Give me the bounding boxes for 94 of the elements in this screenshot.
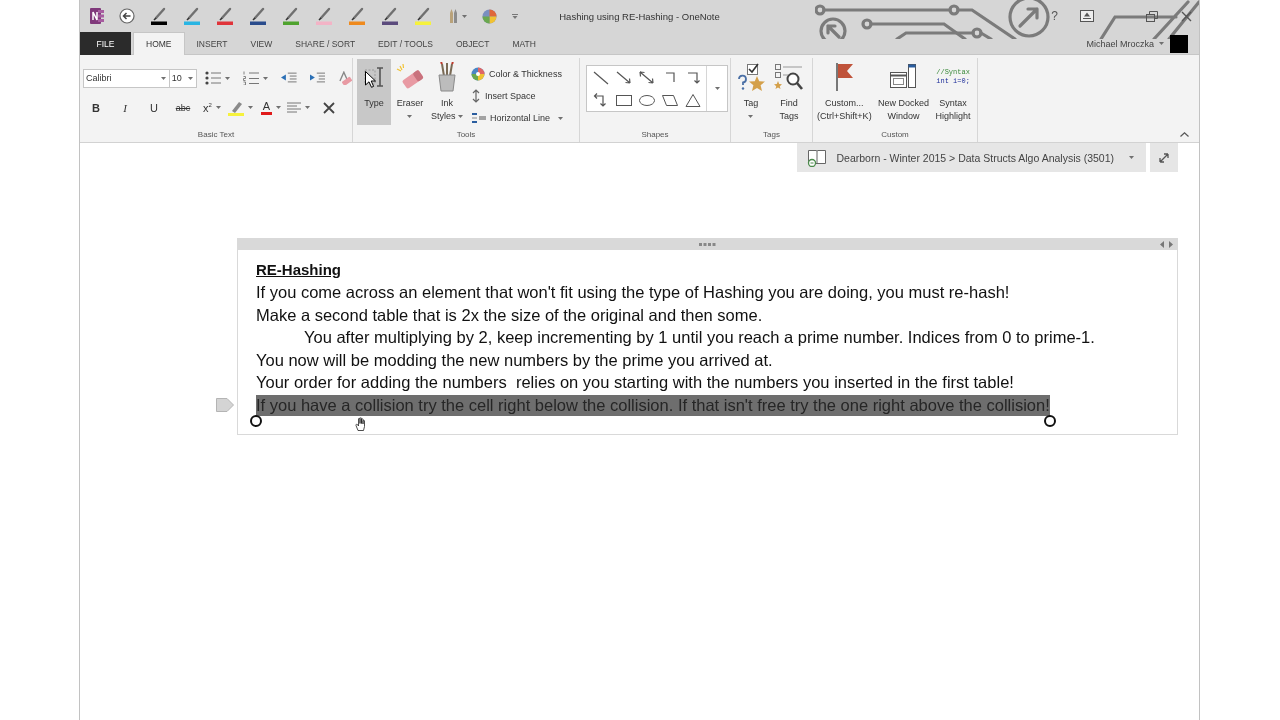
pen-icon[interactable] (150, 7, 168, 25)
horizontal-line-button[interactable]: Horizontal Line (471, 107, 564, 129)
ribbon-display-options-icon[interactable] (1080, 10, 1094, 22)
selection-handle[interactable] (250, 415, 262, 427)
note-paragraph: Your order for adding the numbers relies on you starting with the numbers you inserted in the first table! (256, 372, 1014, 393)
pen-cup-icon (436, 62, 458, 92)
caret-icon[interactable] (462, 14, 467, 18)
highlighter-icon[interactable] (228, 99, 244, 116)
pointer-cursor-icon (365, 71, 376, 88)
notebook-breadcrumb[interactable]: Dearborn - Winter 2015 > Data Structs Algo Analysis (3501) (797, 143, 1146, 172)
back-icon[interactable] (119, 8, 135, 24)
note-paragraph: If you come across an element that won't fit using the type of Hashing you are doing, you must re-hash! (256, 282, 1010, 303)
restore-icon[interactable] (1146, 10, 1158, 22)
note-paragraph: You after multiplying by 2, keep incrementing by 1 until you reach a prime number. Indices from 0 to prime-1. (304, 327, 1095, 348)
caret-icon[interactable] (225, 76, 231, 80)
ribbon-tab[interactable]: EDIT / TOOLS (367, 32, 444, 55)
ribbon-tab[interactable]: INSERT (185, 32, 239, 55)
customize-icon[interactable] (512, 13, 518, 19)
app-icon[interactable] (90, 8, 104, 24)
eraser-icon[interactable] (338, 71, 352, 85)
expand-button[interactable] (1150, 143, 1178, 172)
flag-icon (833, 62, 856, 92)
search-list-icon (774, 63, 804, 91)
window-title: Hashing using RE-Hashing - OneNote (559, 10, 720, 22)
expand-icon (1159, 152, 1169, 163)
find-tags-button[interactable]: Find Tags (772, 59, 806, 125)
eraser-button[interactable]: Eraser (393, 59, 427, 125)
close-icon[interactable] (1181, 10, 1192, 22)
checkbox-star-icon (737, 63, 765, 91)
group-label: Tools (456, 129, 476, 141)
avatar (1170, 34, 1188, 53)
ribbon-tab[interactable]: OBJECT (444, 32, 501, 55)
caret-icon (276, 106, 282, 109)
ribbon-tab[interactable]: VIEW (239, 32, 284, 55)
ribbon-tab[interactable]: HOME (133, 32, 185, 55)
vertical-arrows-icon (471, 89, 481, 103)
italic-button[interactable]: I (112, 96, 138, 119)
delete-icon[interactable] (323, 101, 335, 114)
eraser-icon (396, 64, 424, 90)
pen-icon[interactable] (249, 7, 267, 25)
color-wheel-icon (471, 67, 485, 81)
group-label: Basic Text (197, 129, 235, 141)
caret-icon (215, 106, 221, 109)
caret-icon (188, 76, 194, 80)
note-paragraph: Make a second table that is 2x the size of the original and then some. (256, 304, 763, 326)
caret-icon[interactable] (714, 87, 720, 90)
bullets-icon[interactable] (205, 71, 222, 85)
caret-icon (1159, 42, 1164, 45)
ink-styles-button[interactable]: Ink Styles (429, 59, 465, 125)
numbering-icon[interactable] (243, 71, 260, 85)
group-label: Custom (881, 129, 909, 141)
tag-button[interactable]: Tag (734, 59, 768, 125)
font-color-button[interactable]: A (258, 96, 284, 119)
strikethrough-button[interactable]: abc (170, 96, 196, 119)
ribbon-tab[interactable]: SHARE / SORT (284, 32, 367, 55)
hand-cursor-icon (355, 417, 367, 431)
note-paragraph: If you have a collision try the cell right below the collision. If that isn't free try the one right above the collision! (256, 394, 1050, 416)
underline-button[interactable]: U (141, 96, 167, 119)
custom-button[interactable]: Custom... (Ctrl+Shift+K) (816, 59, 873, 125)
bold-button[interactable]: B (83, 96, 109, 119)
increase-indent-icon[interactable] (309, 72, 326, 84)
selection-handle[interactable] (1043, 415, 1056, 427)
caret-icon[interactable] (263, 76, 269, 80)
insert-space-button[interactable]: Insert Space (471, 85, 564, 107)
type-button[interactable]: Type (357, 59, 391, 125)
new-docked-window-button[interactable]: New Docked Window (876, 59, 931, 125)
caret-icon (160, 76, 166, 80)
ribbon-tab[interactable]: MATH (501, 32, 547, 55)
caret-icon[interactable] (305, 106, 310, 109)
paragraph-handle[interactable] (216, 397, 234, 412)
superscript-button[interactable]: x$^{2}$ (199, 96, 225, 119)
horizontal-lines-icon (471, 111, 486, 125)
docked-window-icon (889, 63, 918, 91)
left-right-arrows-icon (1160, 241, 1173, 248)
grip-dots-icon (699, 242, 716, 246)
caret-icon[interactable] (248, 106, 253, 109)
pie-chart-icon[interactable] (482, 8, 497, 24)
text-cursor-icon (363, 65, 385, 89)
note-paragraph: You now will be modding the new numbers by the prime you arrived at. (256, 349, 773, 371)
caret-icon (1129, 156, 1134, 159)
decrease-indent-icon[interactable] (281, 72, 297, 84)
collapse-ribbon-icon[interactable] (1180, 132, 1189, 137)
notebook-icon (807, 148, 828, 167)
color-thickness-button[interactable]: Color & Thickness (471, 63, 564, 85)
help-button[interactable]: ? (1051, 9, 1058, 23)
group-label: Shapes (641, 129, 669, 141)
font-name-field[interactable]: Calibri (83, 68, 170, 88)
triangle-icon[interactable] (682, 91, 703, 109)
file-tab[interactable]: FILE (80, 32, 131, 55)
font-size-field[interactable]: 10 (168, 68, 198, 88)
double-arrow-icon[interactable] (636, 69, 657, 87)
note-heading: RE-Hashing (256, 260, 341, 280)
group-label: Tags (763, 129, 780, 141)
account-button[interactable]: Michael Mroczka (1086, 38, 1164, 49)
